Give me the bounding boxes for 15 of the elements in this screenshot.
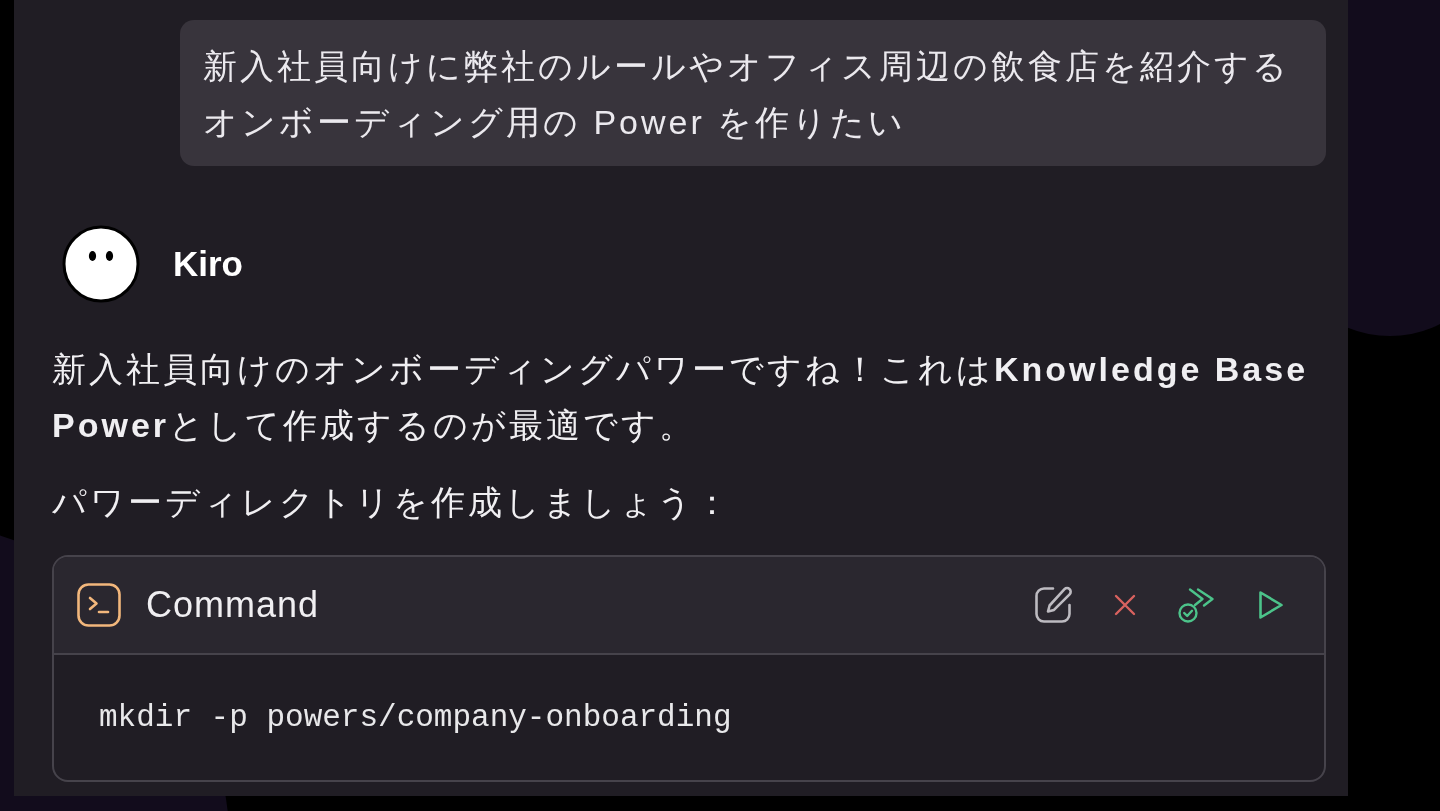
user-message-text: 新入社員向けに弊社のルールやオフィス周辺の飲食店を紹介するオンボーディング用の Power を作りたい <box>203 46 1291 143</box>
play-icon <box>1258 590 1284 620</box>
assistant-name: Kiro <box>173 243 243 285</box>
edit-button[interactable] <box>1034 586 1072 624</box>
assistant-message-text: パワーディレクトリを作成しましょう： <box>52 482 733 523</box>
close-icon <box>1114 594 1136 616</box>
run-all-button[interactable] <box>1178 586 1216 624</box>
avatar-icon <box>62 225 140 303</box>
terminal-icon <box>77 583 121 627</box>
run-button[interactable] <box>1258 590 1284 620</box>
command-title: Command <box>146 583 320 627</box>
chevrons-check-icon <box>1178 586 1216 624</box>
close-button[interactable] <box>1114 594 1136 616</box>
command-code: mkdir -p powers/company-onboarding <box>99 698 732 737</box>
edit-icon <box>1034 586 1072 624</box>
